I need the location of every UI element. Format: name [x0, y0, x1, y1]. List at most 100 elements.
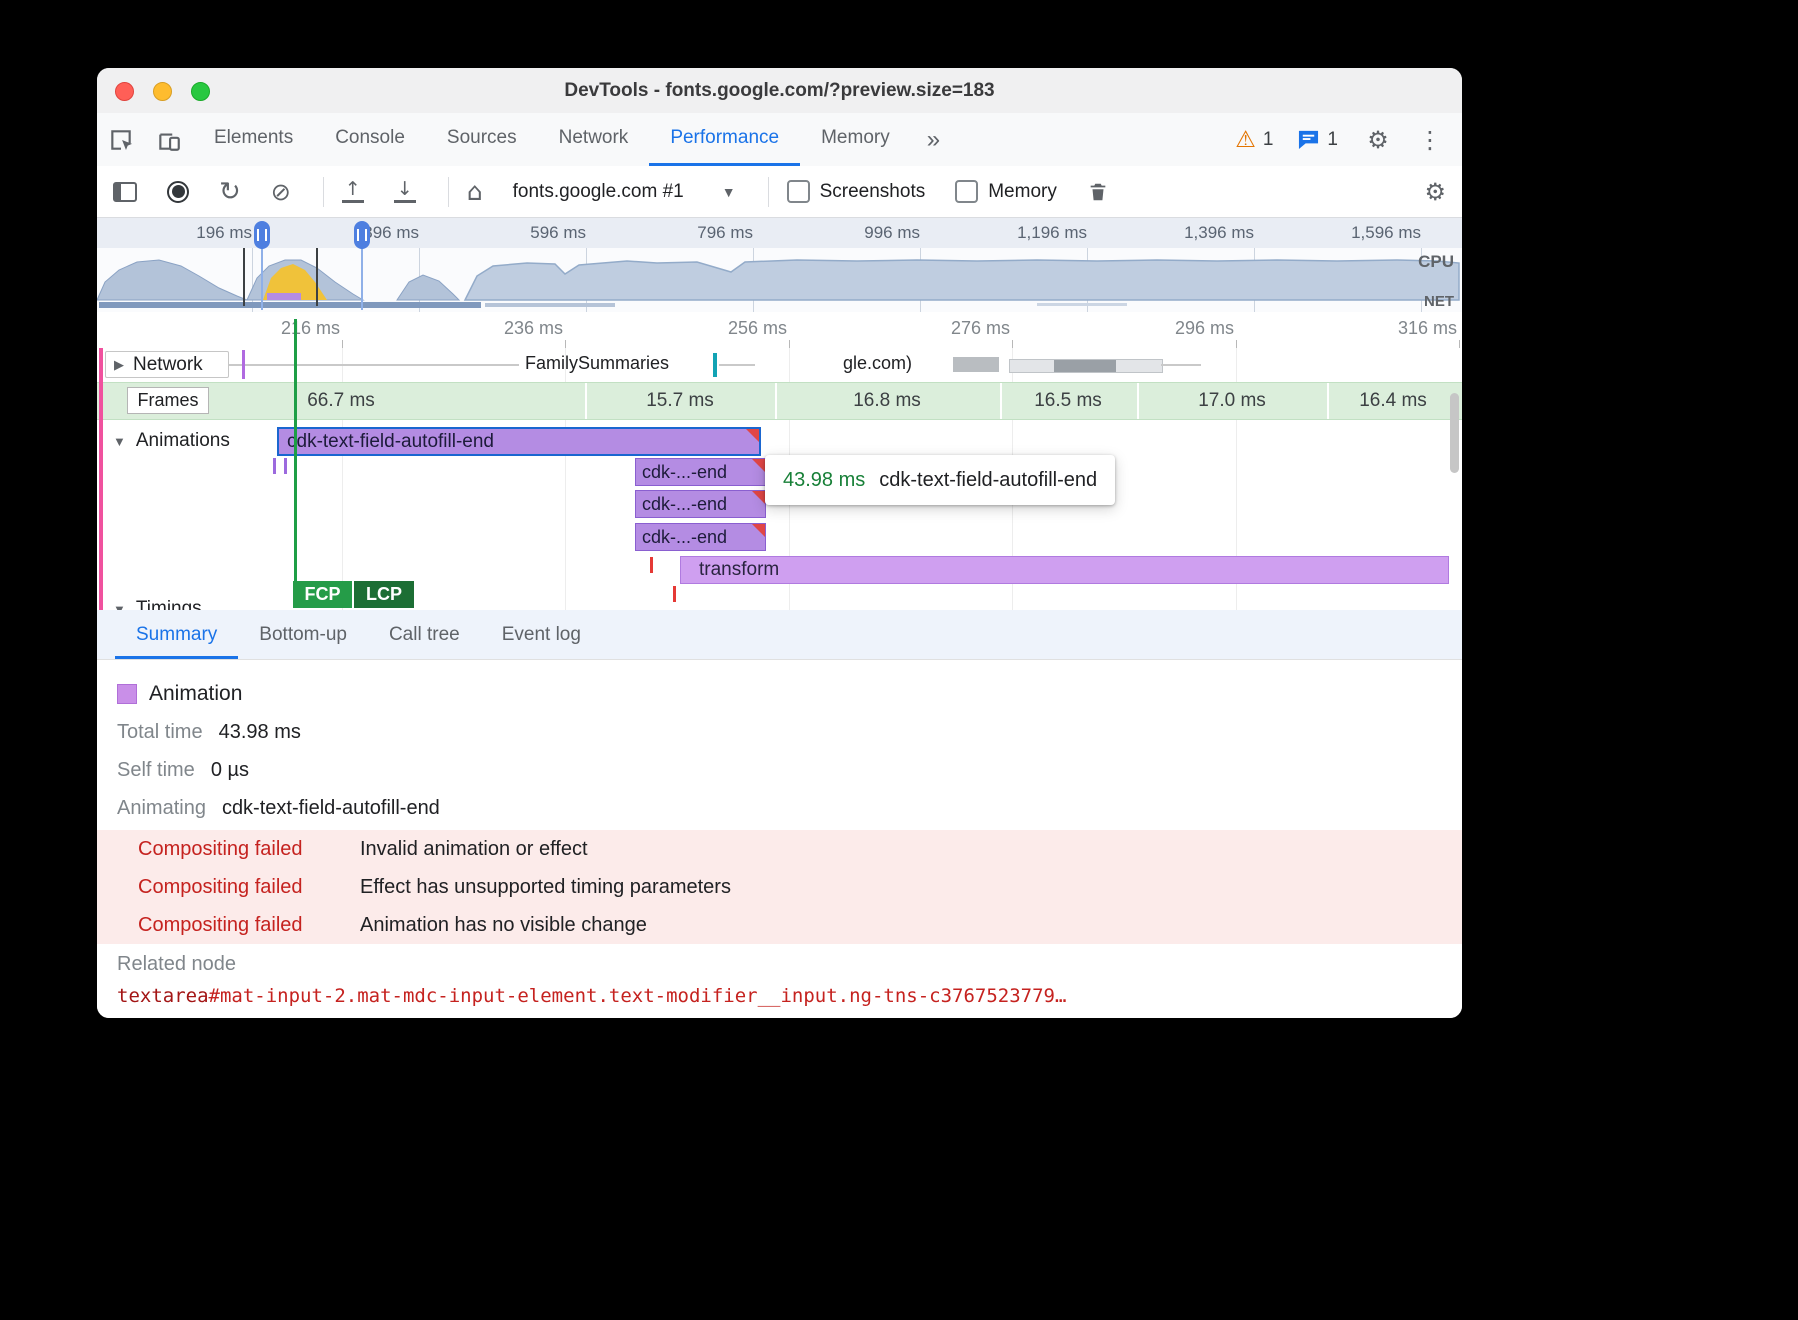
collapsed-chevron-icon[interactable]: ▶: [114, 357, 124, 373]
screenshots-checkbox[interactable]: [787, 180, 810, 203]
network-request-name[interactable]: gle.com): [843, 353, 912, 374]
toggle-sidebar-icon[interactable]: [113, 182, 137, 202]
animations-track-header[interactable]: ▼ Animations: [113, 430, 230, 452]
inspect-element-icon[interactable]: [97, 113, 145, 166]
network-request-line: [719, 364, 755, 366]
timings-track-label: Timings: [136, 598, 202, 611]
warning-message: Effect has unsupported timing parameters: [360, 876, 731, 899]
tab-network[interactable]: Network: [538, 113, 650, 166]
network-request-bar[interactable]: [953, 357, 999, 372]
timings-track-header[interactable]: ▼ Timings: [113, 598, 202, 611]
selection-right-stem: [361, 248, 363, 310]
collect-garbage-icon[interactable]: [1087, 180, 1109, 204]
expanded-chevron-icon[interactable]: ▼: [113, 434, 126, 449]
frame-separator: [1327, 383, 1329, 419]
clear-recording-icon[interactable]: ⊘: [271, 178, 291, 206]
frame-duration: 16.4 ms: [1348, 390, 1438, 412]
tab-bottom-up[interactable]: Bottom-up: [238, 610, 368, 659]
frame-separator: [775, 383, 777, 419]
toolbar-divider: [768, 177, 769, 207]
frames-track-header[interactable]: Frames: [127, 387, 209, 414]
related-node-link[interactable]: textarea#mat-input-2.mat-mdc-input-eleme…: [117, 985, 1462, 1007]
fcp-badge[interactable]: FCP: [293, 581, 352, 608]
session-select[interactable]: fonts.google.com #1 ▼: [513, 181, 736, 203]
timeline-overview[interactable]: 196 ms 396 ms 596 ms 796 ms 996 ms 1,196…: [97, 218, 1462, 313]
warning-label: Compositing failed: [138, 914, 360, 937]
warnings-badge[interactable]: ⚠ 1: [1227, 127, 1281, 153]
save-profile-icon[interactable]: ↓: [394, 180, 416, 203]
frames-track[interactable]: 66.7 ms 15.7 ms 16.8 ms 16.5 ms 17.0 ms …: [97, 382, 1462, 420]
selection-left-handle[interactable]: [254, 221, 270, 249]
network-track-header[interactable]: ▶ Network: [105, 351, 229, 378]
ruler-tick: [565, 340, 566, 348]
tab-event-log[interactable]: Event log: [481, 610, 602, 659]
warning-label: Compositing failed: [138, 876, 360, 899]
tooltip-name: cdk-text-field-autofill-end: [879, 469, 1097, 492]
capture-settings-gear-icon[interactable]: ⚙: [1424, 178, 1446, 206]
vertical-scrollbar[interactable]: [1450, 393, 1459, 473]
more-tabs-button[interactable]: »: [911, 113, 956, 166]
window-title: DevTools - fonts.google.com/?preview.siz…: [564, 80, 994, 102]
network-request-name[interactable]: FamilySummaries: [525, 353, 669, 374]
compositing-warnings: Compositing failed Invalid animation or …: [97, 830, 1462, 944]
animating-row: Animating cdk-text-field-autofill-end: [117, 796, 1462, 820]
compositing-failed-corner-icon: [752, 491, 765, 504]
animation-bar[interactable]: cdk-...-end: [635, 458, 766, 486]
record-button[interactable]: [167, 181, 189, 203]
animation-bar-selected[interactable]: cdk-text-field-autofill-end: [277, 427, 761, 456]
zoom-button[interactable]: [191, 82, 210, 101]
reload-and-record-icon[interactable]: ↻: [219, 177, 241, 207]
tab-call-tree[interactable]: Call tree: [368, 610, 481, 659]
more-options-icon[interactable]: ⋮: [1410, 126, 1450, 154]
minimize-button[interactable]: [153, 82, 172, 101]
total-time-label: Total time: [117, 721, 203, 744]
issue-count: 1: [1327, 129, 1338, 151]
memory-checkbox[interactable]: [955, 180, 978, 203]
dropped-frame-tick: [673, 586, 676, 602]
lcp-badge[interactable]: LCP: [354, 581, 414, 608]
tab-console[interactable]: Console: [314, 113, 426, 166]
selection-right-handle[interactable]: [354, 221, 370, 249]
settings-gear-icon[interactable]: ⚙: [1354, 126, 1402, 154]
network-track-label: Network: [133, 354, 203, 376]
overview-time-label: 1,396 ms: [1164, 223, 1254, 243]
compositing-failed-corner-icon: [752, 459, 765, 472]
close-button[interactable]: [115, 82, 134, 101]
titlebar: DevTools - fonts.google.com/?preview.siz…: [97, 68, 1462, 114]
memory-toggle[interactable]: Memory: [955, 180, 1057, 203]
devtools-tabbar: Elements Console Sources Network Perform…: [97, 113, 1462, 167]
issues-badge[interactable]: 1: [1289, 129, 1346, 151]
tab-sources[interactable]: Sources: [426, 113, 538, 166]
ruler-tick: [1459, 340, 1460, 348]
tab-performance[interactable]: Performance: [649, 113, 800, 166]
load-profile-icon[interactable]: ↑: [342, 180, 364, 203]
devtools-window: DevTools - fonts.google.com/?preview.siz…: [97, 68, 1462, 1018]
overview-time-label: 796 ms: [663, 223, 753, 243]
trace-marker-line: [243, 248, 245, 306]
timeline-ruler: 216 ms 236 ms 256 ms 276 ms 296 ms 316 m…: [97, 312, 1462, 349]
memory-label: Memory: [988, 181, 1057, 203]
screenshots-label: Screenshots: [820, 181, 926, 203]
home-icon[interactable]: ⌂: [467, 177, 483, 206]
expanded-chevron-icon[interactable]: ▼: [113, 602, 126, 612]
compositing-failed-corner-icon: [746, 429, 759, 442]
animation-bar[interactable]: cdk-...-end: [635, 490, 766, 518]
animation-bar[interactable]: cdk-...-end: [635, 523, 766, 551]
screenshots-toggle[interactable]: Screenshots: [787, 180, 926, 203]
frame-separator: [585, 383, 587, 419]
network-request-line: [229, 364, 519, 366]
frame-separator: [1000, 383, 1002, 419]
device-toolbar-icon[interactable]: [145, 113, 193, 166]
network-marker-tick: [242, 350, 245, 379]
dropped-frame-tick: [650, 557, 653, 573]
transform-animation-bar[interactable]: transform: [680, 556, 1449, 584]
ruler-label: 236 ms: [473, 318, 563, 339]
tab-elements[interactable]: Elements: [193, 113, 314, 166]
performance-toolbar: ↻ ⊘ ↑ ↓ ⌂ fonts.google.com #1 ▼ Screensh…: [97, 166, 1462, 218]
self-time-value: 0 µs: [211, 759, 249, 782]
network-request-bar[interactable]: [1009, 359, 1163, 373]
tab-summary[interactable]: Summary: [115, 610, 238, 659]
animating-label: Animating: [117, 797, 206, 820]
tab-memory[interactable]: Memory: [800, 113, 911, 166]
total-time-value: 43.98 ms: [219, 721, 301, 744]
